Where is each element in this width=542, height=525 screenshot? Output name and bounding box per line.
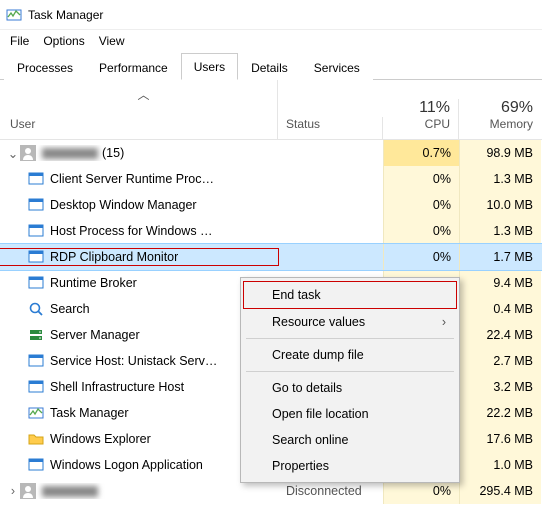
process-cpu: 0%: [383, 244, 459, 270]
chevron-up-icon[interactable]: ︿: [137, 86, 149, 117]
tab-processes[interactable]: Processes: [4, 54, 86, 80]
cpu-total-percent: 11%: [383, 99, 450, 117]
user-avatar-icon: [20, 145, 36, 161]
process-memory: 22.4 MB: [459, 322, 541, 348]
process-memory: 1.3 MB: [459, 218, 541, 244]
column-header-memory[interactable]: Memory: [490, 117, 533, 131]
process-cpu: 0%: [383, 192, 459, 218]
task-manager-icon: [6, 7, 22, 23]
menu-file[interactable]: File: [10, 34, 29, 48]
process-icon: [28, 327, 44, 343]
menu-item-go-to-details[interactable]: Go to details: [244, 375, 456, 401]
user-name-redacted: [42, 486, 98, 497]
user-avatar-icon: [20, 483, 36, 499]
submenu-arrow-icon: ›: [442, 315, 446, 329]
process-name: Host Process for Windows …: [50, 224, 213, 238]
process-icon: [28, 197, 44, 213]
process-row[interactable]: Desktop Window Manager 0%10.0 MB: [0, 192, 542, 218]
process-icon: [28, 249, 44, 265]
process-name: Server Manager: [50, 328, 140, 342]
menu-item-properties[interactable]: Properties: [244, 453, 456, 479]
tab-services[interactable]: Services: [301, 54, 373, 80]
process-icon: [28, 431, 44, 447]
user-cpu: 0.7%: [383, 140, 459, 166]
process-memory: 3.2 MB: [459, 374, 541, 400]
process-icon: [28, 171, 44, 187]
process-icon: [28, 353, 44, 369]
window-title: Task Manager: [28, 8, 103, 22]
menu-item-search-online[interactable]: Search online: [244, 427, 456, 453]
menu-view[interactable]: View: [99, 34, 125, 48]
menu-separator: [246, 338, 454, 339]
process-icon: [28, 405, 44, 421]
process-memory: 22.2 MB: [459, 400, 541, 426]
process-icon: [28, 223, 44, 239]
column-header-cpu[interactable]: CPU: [425, 117, 450, 131]
process-name: Desktop Window Manager: [50, 198, 197, 212]
process-icon: [28, 301, 44, 317]
process-memory: 1.0 MB: [459, 452, 541, 478]
process-row[interactable]: RDP Clipboard Monitor 0%1.7 MB: [0, 244, 542, 270]
process-memory: 1.3 MB: [459, 166, 541, 192]
process-row[interactable]: Host Process for Windows … 0%1.3 MB: [0, 218, 542, 244]
tabs: Processes Performance Users Details Serv…: [0, 52, 542, 80]
process-icon: [28, 379, 44, 395]
process-memory: 2.7 MB: [459, 348, 541, 374]
menu-separator: [246, 371, 454, 372]
menubar: File Options View: [0, 30, 542, 52]
user-process-count: (15): [102, 146, 124, 160]
process-cpu: 0%: [383, 218, 459, 244]
menu-options[interactable]: Options: [43, 34, 84, 48]
process-name: Service Host: Unistack Serv…: [50, 354, 217, 368]
tab-users[interactable]: Users: [181, 53, 238, 80]
menu-item-end-task[interactable]: End task: [244, 282, 456, 308]
process-row[interactable]: Client Server Runtime Proc… 0%1.3 MB: [0, 166, 542, 192]
process-icon: [28, 457, 44, 473]
process-memory: 0.4 MB: [459, 296, 541, 322]
process-name: Runtime Broker: [50, 276, 137, 290]
process-icon: [28, 275, 44, 291]
user-memory: 98.9 MB: [459, 140, 541, 166]
expand-toggle-icon[interactable]: ›: [6, 484, 20, 498]
process-memory: 1.7 MB: [459, 244, 541, 270]
user-memory: 295.4 MB: [459, 478, 541, 504]
process-memory: 17.6 MB: [459, 426, 541, 452]
process-memory: 9.4 MB: [459, 270, 541, 296]
process-name: Windows Logon Application: [50, 458, 203, 472]
process-cpu: 0%: [383, 166, 459, 192]
process-name: Windows Explorer: [50, 432, 151, 446]
column-header-user[interactable]: User: [10, 117, 277, 131]
menu-item-open-file-location[interactable]: Open file location: [244, 401, 456, 427]
column-headers[interactable]: ︿ User Status 11% CPU 69% Memory: [0, 80, 542, 140]
user-status: Disconnected: [278, 484, 383, 498]
process-name: Search: [50, 302, 90, 316]
column-header-status[interactable]: Status: [286, 117, 320, 131]
user-row[interactable]: ⌄ (15) 0.7% 98.9 MB: [0, 140, 542, 166]
user-name-redacted: [42, 148, 98, 159]
process-memory: 10.0 MB: [459, 192, 541, 218]
expand-toggle-icon[interactable]: ⌄: [6, 146, 20, 161]
process-name: Shell Infrastructure Host: [50, 380, 184, 394]
tab-performance[interactable]: Performance: [86, 54, 181, 80]
tab-details[interactable]: Details: [238, 54, 301, 80]
titlebar: Task Manager: [0, 0, 542, 30]
process-name: Task Manager: [50, 406, 129, 420]
menu-item-resource-values[interactable]: Resource values ›: [244, 309, 456, 335]
menu-item-create-dump[interactable]: Create dump file: [244, 342, 456, 368]
memory-total-percent: 69%: [459, 99, 533, 117]
process-name: RDP Clipboard Monitor: [50, 250, 178, 264]
context-menu: End task Resource values › Create dump f…: [240, 277, 460, 483]
process-name: Client Server Runtime Proc…: [50, 172, 214, 186]
